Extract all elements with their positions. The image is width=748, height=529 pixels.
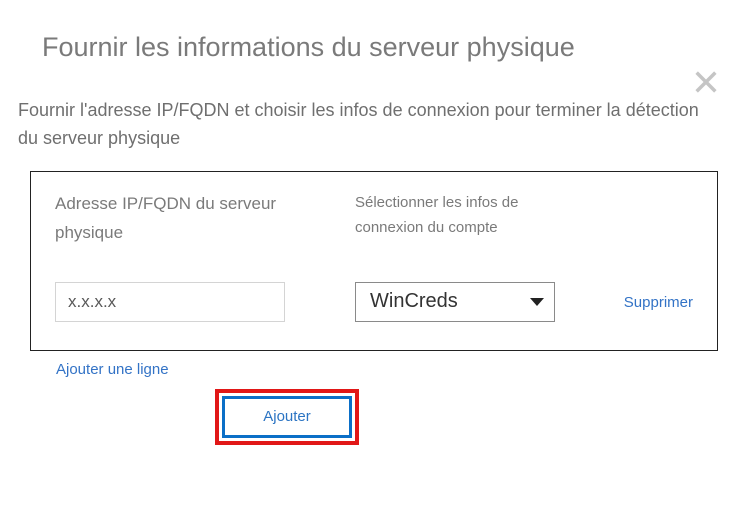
add-line-link[interactable]: Ajouter une ligne bbox=[56, 361, 169, 378]
ip-fqdn-input[interactable] bbox=[55, 282, 285, 322]
server-row: WinCreds Supprimer bbox=[55, 282, 693, 322]
credentials-select[interactable]: WinCreds bbox=[355, 282, 555, 322]
ip-fqdn-label: Adresse IP/FQDN du serveur physique bbox=[55, 190, 335, 248]
chevron-down-icon bbox=[530, 298, 544, 306]
dialog-title: Fournir les informations du serveur phys… bbox=[0, 0, 748, 63]
credentials-selected-value: WinCreds bbox=[370, 290, 458, 313]
credentials-label: Sélectionner les infos de connexion du c… bbox=[355, 190, 585, 241]
delete-row-link[interactable]: Supprimer bbox=[624, 294, 693, 311]
close-icon[interactable] bbox=[692, 68, 720, 101]
server-form-panel: Adresse IP/FQDN du serveur physique Séle… bbox=[30, 171, 718, 351]
add-button-highlight: Ajouter bbox=[215, 389, 359, 445]
instruction-text: Fournir l'adresse IP/FQDN et choisir les… bbox=[0, 63, 748, 153]
add-button[interactable]: Ajouter bbox=[222, 396, 352, 438]
